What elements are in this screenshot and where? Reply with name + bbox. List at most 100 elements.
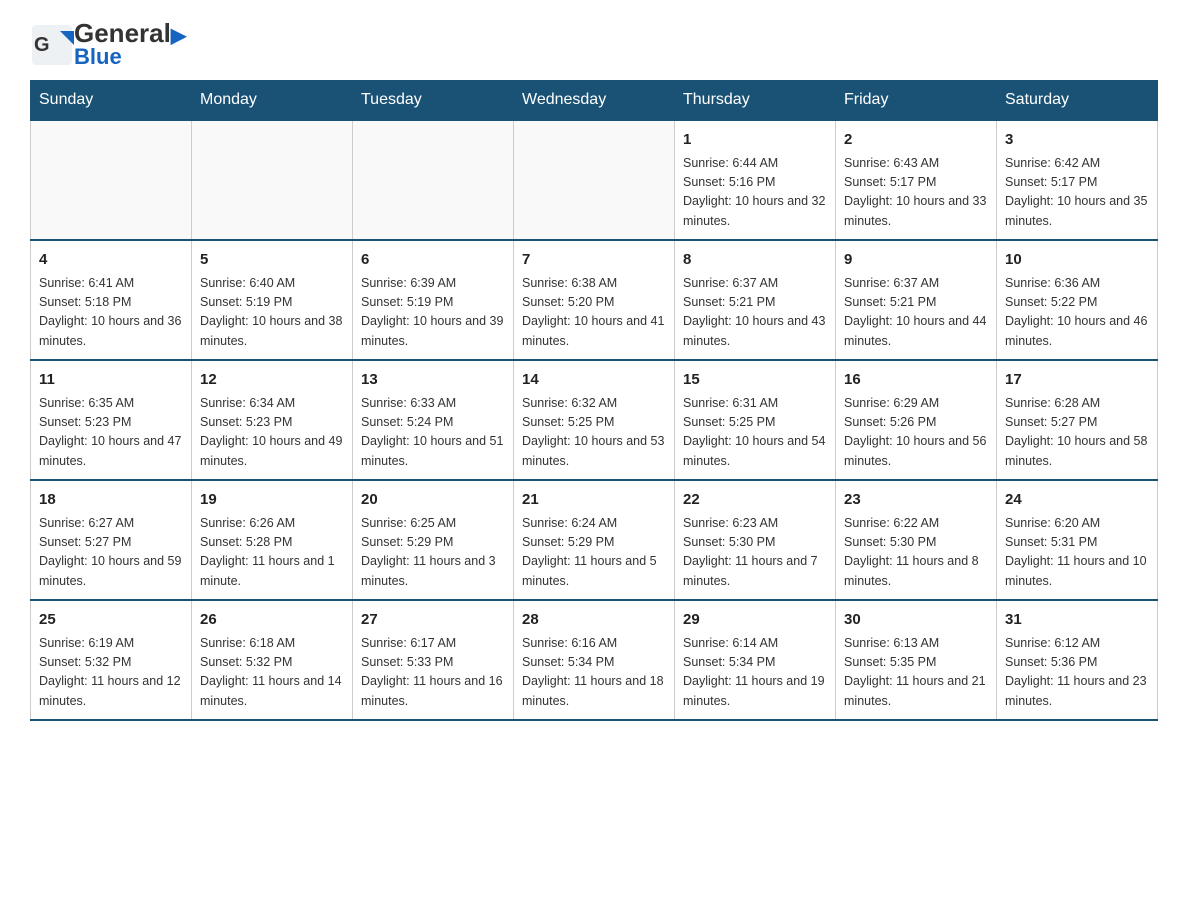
calendar-cell-w3-d2: 12Sunrise: 6:34 AMSunset: 5:23 PMDayligh… <box>192 360 353 480</box>
day-info: Sunrise: 6:24 AMSunset: 5:29 PMDaylight:… <box>522 514 666 592</box>
header-friday: Friday <box>836 81 997 121</box>
header-thursday: Thursday <box>675 81 836 121</box>
day-info: Sunrise: 6:41 AMSunset: 5:18 PMDaylight:… <box>39 274 183 352</box>
calendar-cell-w4-d5: 22Sunrise: 6:23 AMSunset: 5:30 PMDayligh… <box>675 480 836 600</box>
day-number: 10 <box>1005 249 1149 272</box>
day-number: 28 <box>522 609 666 632</box>
calendar-cell-w2-d1: 4Sunrise: 6:41 AMSunset: 5:18 PMDaylight… <box>31 240 192 360</box>
day-number: 27 <box>361 609 505 632</box>
logo-icon: G <box>30 23 74 67</box>
day-number: 21 <box>522 489 666 512</box>
calendar-cell-w5-d7: 31Sunrise: 6:12 AMSunset: 5:36 PMDayligh… <box>997 600 1158 720</box>
day-number: 25 <box>39 609 183 632</box>
calendar-week-1: 1Sunrise: 6:44 AMSunset: 5:16 PMDaylight… <box>31 120 1158 240</box>
day-info: Sunrise: 6:35 AMSunset: 5:23 PMDaylight:… <box>39 394 183 472</box>
day-number: 7 <box>522 249 666 272</box>
header-tuesday: Tuesday <box>353 81 514 121</box>
day-number: 19 <box>200 489 344 512</box>
calendar-table: SundayMondayTuesdayWednesdayThursdayFrid… <box>30 80 1158 721</box>
calendar-cell-w3-d1: 11Sunrise: 6:35 AMSunset: 5:23 PMDayligh… <box>31 360 192 480</box>
calendar-cell-w2-d2: 5Sunrise: 6:40 AMSunset: 5:19 PMDaylight… <box>192 240 353 360</box>
day-number: 20 <box>361 489 505 512</box>
day-number: 6 <box>361 249 505 272</box>
day-number: 3 <box>1005 129 1149 152</box>
day-info: Sunrise: 6:20 AMSunset: 5:31 PMDaylight:… <box>1005 514 1149 592</box>
calendar-cell-w4-d6: 23Sunrise: 6:22 AMSunset: 5:30 PMDayligh… <box>836 480 997 600</box>
calendar-cell-w1-d1 <box>31 120 192 240</box>
page-header: G General▶ Blue <box>30 20 1158 70</box>
day-number: 5 <box>200 249 344 272</box>
calendar-cell-w4-d1: 18Sunrise: 6:27 AMSunset: 5:27 PMDayligh… <box>31 480 192 600</box>
day-number: 18 <box>39 489 183 512</box>
logo: G General▶ Blue <box>30 20 186 70</box>
day-info: Sunrise: 6:43 AMSunset: 5:17 PMDaylight:… <box>844 154 988 232</box>
calendar-week-5: 25Sunrise: 6:19 AMSunset: 5:32 PMDayligh… <box>31 600 1158 720</box>
calendar-cell-w1-d5: 1Sunrise: 6:44 AMSunset: 5:16 PMDaylight… <box>675 120 836 240</box>
day-info: Sunrise: 6:36 AMSunset: 5:22 PMDaylight:… <box>1005 274 1149 352</box>
day-info: Sunrise: 6:34 AMSunset: 5:23 PMDaylight:… <box>200 394 344 472</box>
day-info: Sunrise: 6:38 AMSunset: 5:20 PMDaylight:… <box>522 274 666 352</box>
day-info: Sunrise: 6:27 AMSunset: 5:27 PMDaylight:… <box>39 514 183 592</box>
calendar-cell-w2-d5: 8Sunrise: 6:37 AMSunset: 5:21 PMDaylight… <box>675 240 836 360</box>
day-info: Sunrise: 6:33 AMSunset: 5:24 PMDaylight:… <box>361 394 505 472</box>
day-info: Sunrise: 6:22 AMSunset: 5:30 PMDaylight:… <box>844 514 988 592</box>
calendar-cell-w2-d4: 7Sunrise: 6:38 AMSunset: 5:20 PMDaylight… <box>514 240 675 360</box>
day-info: Sunrise: 6:37 AMSunset: 5:21 PMDaylight:… <box>844 274 988 352</box>
calendar-week-4: 18Sunrise: 6:27 AMSunset: 5:27 PMDayligh… <box>31 480 1158 600</box>
day-info: Sunrise: 6:31 AMSunset: 5:25 PMDaylight:… <box>683 394 827 472</box>
day-info: Sunrise: 6:39 AMSunset: 5:19 PMDaylight:… <box>361 274 505 352</box>
day-number: 8 <box>683 249 827 272</box>
header-monday: Monday <box>192 81 353 121</box>
logo-triangle-icon: ▶ <box>171 25 186 47</box>
day-number: 9 <box>844 249 988 272</box>
calendar-cell-w5-d1: 25Sunrise: 6:19 AMSunset: 5:32 PMDayligh… <box>31 600 192 720</box>
svg-text:G: G <box>34 34 50 56</box>
day-number: 1 <box>683 129 827 152</box>
calendar-cell-w3-d5: 15Sunrise: 6:31 AMSunset: 5:25 PMDayligh… <box>675 360 836 480</box>
calendar-cell-w5-d2: 26Sunrise: 6:18 AMSunset: 5:32 PMDayligh… <box>192 600 353 720</box>
calendar-cell-w3-d4: 14Sunrise: 6:32 AMSunset: 5:25 PMDayligh… <box>514 360 675 480</box>
day-number: 22 <box>683 489 827 512</box>
calendar-week-3: 11Sunrise: 6:35 AMSunset: 5:23 PMDayligh… <box>31 360 1158 480</box>
day-number: 29 <box>683 609 827 632</box>
day-number: 16 <box>844 369 988 392</box>
header-sunday: Sunday <box>31 81 192 121</box>
day-info: Sunrise: 6:13 AMSunset: 5:35 PMDaylight:… <box>844 634 988 712</box>
calendar-cell-w2-d3: 6Sunrise: 6:39 AMSunset: 5:19 PMDaylight… <box>353 240 514 360</box>
day-info: Sunrise: 6:42 AMSunset: 5:17 PMDaylight:… <box>1005 154 1149 232</box>
day-info: Sunrise: 6:40 AMSunset: 5:19 PMDaylight:… <box>200 274 344 352</box>
day-info: Sunrise: 6:16 AMSunset: 5:34 PMDaylight:… <box>522 634 666 712</box>
calendar-cell-w2-d6: 9Sunrise: 6:37 AMSunset: 5:21 PMDaylight… <box>836 240 997 360</box>
calendar-cell-w5-d4: 28Sunrise: 6:16 AMSunset: 5:34 PMDayligh… <box>514 600 675 720</box>
day-number: 2 <box>844 129 988 152</box>
day-info: Sunrise: 6:28 AMSunset: 5:27 PMDaylight:… <box>1005 394 1149 472</box>
calendar-cell-w3-d3: 13Sunrise: 6:33 AMSunset: 5:24 PMDayligh… <box>353 360 514 480</box>
calendar-cell-w2-d7: 10Sunrise: 6:36 AMSunset: 5:22 PMDayligh… <box>997 240 1158 360</box>
calendar-cell-w1-d7: 3Sunrise: 6:42 AMSunset: 5:17 PMDaylight… <box>997 120 1158 240</box>
day-number: 13 <box>361 369 505 392</box>
day-number: 30 <box>844 609 988 632</box>
calendar-header-row: SundayMondayTuesdayWednesdayThursdayFrid… <box>31 81 1158 121</box>
header-wednesday: Wednesday <box>514 81 675 121</box>
calendar-week-2: 4Sunrise: 6:41 AMSunset: 5:18 PMDaylight… <box>31 240 1158 360</box>
day-number: 14 <box>522 369 666 392</box>
day-info: Sunrise: 6:19 AMSunset: 5:32 PMDaylight:… <box>39 634 183 712</box>
day-number: 15 <box>683 369 827 392</box>
day-info: Sunrise: 6:29 AMSunset: 5:26 PMDaylight:… <box>844 394 988 472</box>
day-info: Sunrise: 6:18 AMSunset: 5:32 PMDaylight:… <box>200 634 344 712</box>
day-info: Sunrise: 6:12 AMSunset: 5:36 PMDaylight:… <box>1005 634 1149 712</box>
calendar-cell-w1-d4 <box>514 120 675 240</box>
day-info: Sunrise: 6:17 AMSunset: 5:33 PMDaylight:… <box>361 634 505 712</box>
day-number: 24 <box>1005 489 1149 512</box>
calendar-cell-w1-d3 <box>353 120 514 240</box>
header-saturday: Saturday <box>997 81 1158 121</box>
day-number: 12 <box>200 369 344 392</box>
day-info: Sunrise: 6:23 AMSunset: 5:30 PMDaylight:… <box>683 514 827 592</box>
calendar-cell-w5-d6: 30Sunrise: 6:13 AMSunset: 5:35 PMDayligh… <box>836 600 997 720</box>
day-number: 23 <box>844 489 988 512</box>
calendar-cell-w5-d3: 27Sunrise: 6:17 AMSunset: 5:33 PMDayligh… <box>353 600 514 720</box>
calendar-cell-w1-d2 <box>192 120 353 240</box>
day-number: 4 <box>39 249 183 272</box>
calendar-cell-w4-d2: 19Sunrise: 6:26 AMSunset: 5:28 PMDayligh… <box>192 480 353 600</box>
day-info: Sunrise: 6:26 AMSunset: 5:28 PMDaylight:… <box>200 514 344 592</box>
